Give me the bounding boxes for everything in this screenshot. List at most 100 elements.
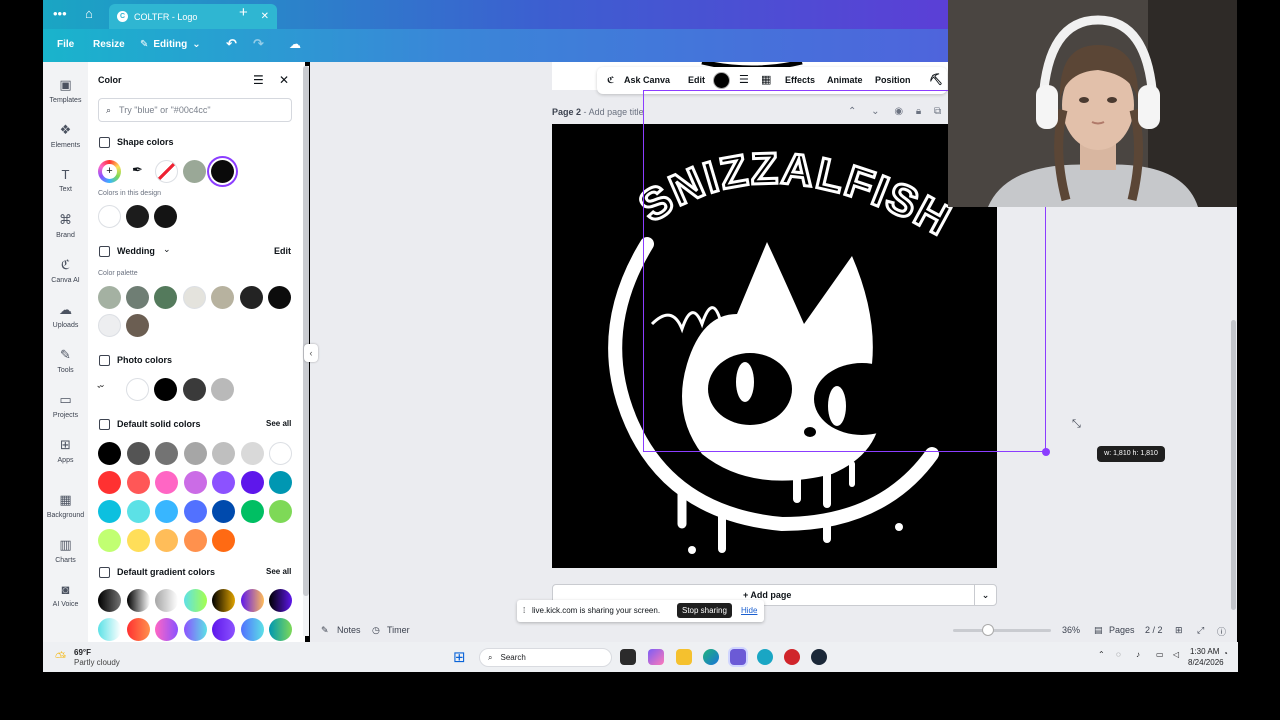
solid-color-swatch[interactable] xyxy=(269,500,292,523)
hide-share-link[interactable]: Hide xyxy=(741,606,757,615)
rail-text[interactable]: T Text xyxy=(43,167,88,193)
rail-elements[interactable]: ❖ Elements xyxy=(43,122,88,149)
new-tab-icon[interactable]: + xyxy=(239,4,248,21)
resize-button[interactable]: Resize xyxy=(93,39,125,50)
ask-canva-button[interactable]: Ask Canva xyxy=(624,75,670,85)
design-color-swatch[interactable] xyxy=(126,205,149,228)
solid-color-swatch[interactable] xyxy=(240,471,264,494)
solid-color-swatch[interactable] xyxy=(126,471,150,494)
gradient-color-swatch[interactable] xyxy=(98,589,121,612)
file-explorer-icon[interactable] xyxy=(676,649,692,665)
see-all-solid-link[interactable]: See all xyxy=(266,419,291,428)
position-button[interactable]: Position xyxy=(875,75,911,85)
line-weight-icon[interactable]: ☰ xyxy=(739,73,749,86)
display-icon[interactable]: ▭ xyxy=(1156,650,1164,659)
cloud-save-icon[interactable]: ☁ xyxy=(289,37,301,51)
solid-color-swatch[interactable] xyxy=(240,500,264,523)
photo-color-swatch[interactable] xyxy=(154,378,177,401)
volume-icon[interactable]: ◁ xyxy=(1173,650,1179,659)
more-icon[interactable]: ••• xyxy=(53,6,67,21)
solid-color-swatch[interactable] xyxy=(155,529,178,552)
palette-swatch[interactable] xyxy=(126,314,149,337)
solid-color-swatch[interactable] xyxy=(212,442,235,465)
close-panel-icon[interactable]: ✕ xyxy=(279,73,289,87)
solid-color-swatch[interactable] xyxy=(126,500,150,523)
solid-color-swatch[interactable] xyxy=(98,529,121,552)
paint-roller-icon[interactable]: ⛏ xyxy=(929,73,943,86)
shape-color-swatch[interactable] xyxy=(183,160,206,183)
transparency-icon[interactable]: ▦ xyxy=(761,73,771,86)
zoom-slider-knob[interactable] xyxy=(982,624,994,636)
eyedropper-icon[interactable]: ✒ xyxy=(132,162,143,178)
photo-color-swatch[interactable] xyxy=(183,378,206,401)
edit-palette-button[interactable]: Edit xyxy=(274,246,291,256)
selected-shape-color-swatch[interactable] xyxy=(211,160,234,183)
color-picker-swatch[interactable] xyxy=(714,73,729,88)
tray-chevron-icon[interactable]: ⌃ xyxy=(1098,650,1105,659)
clock-date[interactable]: 8/24/2026 xyxy=(1188,658,1224,667)
start-menu-icon[interactable]: ⊞ xyxy=(453,648,466,666)
steam-icon[interactable] xyxy=(811,649,827,665)
drag-handle-icon[interactable]: ⁞ xyxy=(523,606,525,615)
notes-button[interactable]: Notes xyxy=(337,625,361,635)
editing-mode-button[interactable]: ✎ Editing ⌄ xyxy=(140,39,201,50)
fullscreen-icon[interactable]: ⤢ xyxy=(1197,625,1204,636)
palette-swatch[interactable] xyxy=(98,286,121,309)
gradient-color-swatch[interactable] xyxy=(183,589,207,612)
gradient-color-swatch[interactable] xyxy=(212,589,235,612)
rail-ai-voice[interactable]: ◙ AI Voice xyxy=(43,582,88,608)
browser-tab[interactable]: C COLTFR - Logo ✕ xyxy=(109,4,277,29)
task-view-icon[interactable] xyxy=(620,649,636,665)
resize-handle[interactable] xyxy=(1042,448,1050,456)
stop-sharing-button[interactable]: Stop sharing xyxy=(677,603,732,618)
solid-color-swatch[interactable] xyxy=(98,442,121,465)
solid-color-swatch[interactable] xyxy=(155,500,178,523)
edit-image-button[interactable]: Edit xyxy=(688,75,705,85)
effects-button[interactable]: Effects xyxy=(785,75,815,85)
edge-browser-icon[interactable] xyxy=(703,649,719,665)
palette-swatch[interactable] xyxy=(126,286,149,309)
solid-color-swatch[interactable] xyxy=(126,529,150,552)
design-color-swatch[interactable] xyxy=(98,205,121,228)
gradient-color-swatch[interactable] xyxy=(269,589,292,612)
timer-button[interactable]: Timer xyxy=(387,625,410,635)
microphone-icon[interactable]: ♪ xyxy=(1136,650,1140,659)
rail-uploads[interactable]: ☁ Uploads xyxy=(43,302,88,329)
grid-view-icon[interactable]: ⊞ xyxy=(1175,625,1183,636)
photo-color-swatch[interactable] xyxy=(211,378,234,401)
workspace-scrollbar[interactable] xyxy=(1231,320,1236,610)
solid-color-swatch[interactable] xyxy=(212,529,235,552)
home-icon[interactable]: ⌂ xyxy=(85,6,93,21)
palette-swatch[interactable] xyxy=(98,314,121,337)
palette-swatch[interactable] xyxy=(154,286,177,309)
solid-color-swatch[interactable] xyxy=(212,500,235,523)
help-icon[interactable]: ⓘ xyxy=(1217,625,1226,638)
add-color-button[interactable]: + xyxy=(98,160,121,183)
animate-button[interactable]: Animate xyxy=(827,75,863,85)
palette-name-dropdown[interactable]: Wedding xyxy=(117,246,155,256)
canva-app-icon[interactable] xyxy=(757,649,773,665)
photo-color-swatch[interactable] xyxy=(126,378,149,401)
gradient-color-swatch[interactable] xyxy=(269,618,292,641)
gradient-color-swatch[interactable] xyxy=(126,589,150,612)
notification-icon[interactable]: ◔ xyxy=(1223,649,1228,658)
gradient-color-swatch[interactable] xyxy=(240,618,264,641)
solid-color-swatch[interactable] xyxy=(212,471,235,494)
solid-color-swatch[interactable] xyxy=(183,529,207,552)
weather-icon[interactable]: ⛅︎ xyxy=(55,649,66,666)
rail-projects[interactable]: ▭ Projects xyxy=(43,392,88,419)
rail-tools[interactable]: ✎ Tools xyxy=(43,347,88,374)
solid-color-swatch[interactable] xyxy=(126,442,150,465)
zoom-value[interactable]: 36% xyxy=(1062,625,1080,635)
palette-list-icon[interactable]: ☰ xyxy=(253,73,264,87)
no-color-swatch[interactable] xyxy=(155,160,178,183)
palette-swatch[interactable] xyxy=(211,286,234,309)
gradient-color-swatch[interactable] xyxy=(155,589,178,612)
chevron-down-icon[interactable]: ⌄ xyxy=(163,244,171,255)
clock-time[interactable]: 1:30 AM xyxy=(1190,647,1219,656)
rail-brand[interactable]: ⌘ Brand xyxy=(43,212,88,239)
see-all-gradient-link[interactable]: See all xyxy=(266,567,291,576)
add-page-title-input[interactable]: Add page title xyxy=(589,107,644,117)
taskbar-search[interactable]: ⌕ Search xyxy=(479,648,612,667)
solid-color-swatch[interactable] xyxy=(98,500,121,523)
